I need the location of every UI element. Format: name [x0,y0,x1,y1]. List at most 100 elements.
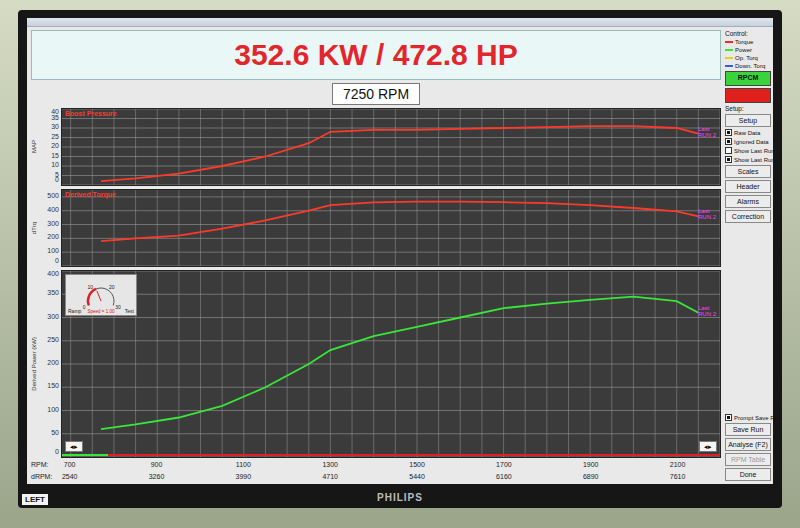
x-tick: 900 [151,461,163,468]
action-button[interactable]: Save Run [725,423,771,436]
checkbox-row[interactable]: Show Last Run [725,147,771,154]
action-button[interactable]: Done [725,468,771,481]
checkbox[interactable] [725,129,732,136]
legend-item: Power [725,47,771,53]
y-tick: 0 [55,176,59,184]
brand-logo: PHILIPS [18,492,782,503]
setup-button[interactable]: Setup [725,114,771,127]
tool-button[interactable]: Alarms [725,195,771,208]
checkbox-row[interactable]: Show Last Run [725,156,771,163]
x-axis-ticks: 700900110013001500170019002100 [61,461,721,470]
plot: Boost PressureLastRUN 2 [61,108,721,186]
y-tick: 15 [51,152,59,160]
tool-button[interactable]: Correction [725,210,771,223]
y-axis-label: Derived Power (kW) [31,337,40,391]
checkbox[interactable] [725,156,732,163]
checkbox[interactable] [725,147,732,154]
sidebar: Control:TorquePowerOp. TorqDown. TorqRPC… [723,27,773,484]
y-ticks: 400350300250200150100500 [40,270,61,458]
x-axis-label: RPM: [31,461,61,470]
chart-panel: dTrq5004003002001000Derived TorqueLastRU… [31,189,721,267]
legend-swatch [725,57,733,59]
checkbox-row[interactable]: Ignored Data [725,138,771,145]
y-tick: 250 [47,336,59,344]
grid-line [62,185,720,186]
x-tick: 1900 [583,461,599,468]
monitor: 352.6 KW / 472.8 HP7250 RPMMAP4035302520… [18,10,782,508]
gauge-tick: 20 [109,284,115,290]
checkbox[interactable] [725,138,732,145]
gauge-tick: 10 [87,284,93,290]
y-tick: 500 [47,192,59,200]
action-button[interactable]: Analyse (F2) [725,438,771,451]
y-tick: 10 [51,161,59,169]
grid-line [62,238,720,239]
y-tick: 150 [47,382,59,390]
mode-button[interactable] [725,88,771,103]
y-tick: 350 [47,289,59,297]
plot: LastRUN 20102030RampTestSpeed = 1.00◂▸◂▸ [61,270,721,458]
checkbox-row[interactable]: Prompt Save Run [725,414,771,421]
grid-line [62,128,720,129]
grid-line [243,190,244,266]
gauge-tick: 30 [115,304,121,310]
tool-button[interactable]: Header [725,180,771,193]
legend-label: Op. Torq [735,55,758,61]
checkbox-label: Ignored Data [734,139,769,145]
grid-line [62,340,720,341]
grid-line [62,364,720,365]
x-tick: 1100 [236,461,251,468]
y-tick: 35 [51,114,59,122]
x-tick: 7610 [670,473,686,480]
checkbox[interactable] [725,414,732,421]
grid-line [62,147,720,148]
series-line [101,126,698,181]
x-tick: 4710 [322,473,338,480]
grid-line [373,190,374,266]
tool-button[interactable]: Scales [725,165,771,178]
chart-panel: MAP4035302520151050Boost PressureLastRUN… [31,108,721,186]
legend-swatch [725,49,733,51]
charts: MAP4035302520151050Boost PressureLastRUN… [31,108,721,458]
y-axis-label: MAP [31,140,40,153]
gauge-track [88,288,114,305]
grid-line [62,410,720,411]
grid-line [62,266,720,267]
x-tick: 6890 [583,473,599,480]
grid-line [70,190,71,266]
power-readout: 352.6 KW / 472.8 HP [31,30,721,80]
y-tick: 0 [55,257,59,265]
legend-label: Down. Torq [735,63,765,69]
y-tick: 400 [47,270,59,278]
scroll-button[interactable]: ◂▸ [699,441,717,452]
progress-fill [62,454,108,456]
x-axis-row: dRPM:25403260399047105440616068907610 [31,473,721,482]
x-tick: 5440 [409,473,425,480]
chart-title: Derived Torque [65,191,116,198]
rpm-readout: 7250 RPM [332,83,420,105]
legend-label: Torque [735,39,753,45]
chart-canvas [62,109,720,185]
tag-line: RUN 2 [698,214,716,220]
y-tick: 300 [47,220,59,228]
checkbox-label: Show Last Run [734,148,775,154]
x-tick: 3260 [149,473,165,480]
grid-line [611,190,612,266]
x-axis-row: RPM:700900110013001500170019002100 [31,461,721,470]
grid-line [525,190,526,266]
grid-line [62,109,720,110]
grid-line [352,190,353,266]
scroll-button[interactable]: ◂▸ [65,441,83,452]
action-button: RPM Table [725,453,771,466]
grid-line [62,118,720,119]
mode-button[interactable]: RPCM [725,71,771,86]
grid-line [62,317,720,318]
series-line [101,297,698,430]
grid-line [135,190,136,266]
grid-line [546,190,547,266]
y-tick: 200 [47,233,59,241]
y-axis: Derived Power (kW)4003503002502001501005… [31,270,61,458]
grid-line [62,210,720,211]
legend-swatch [725,41,733,43]
checkbox-row[interactable]: Raw Data [725,129,771,136]
